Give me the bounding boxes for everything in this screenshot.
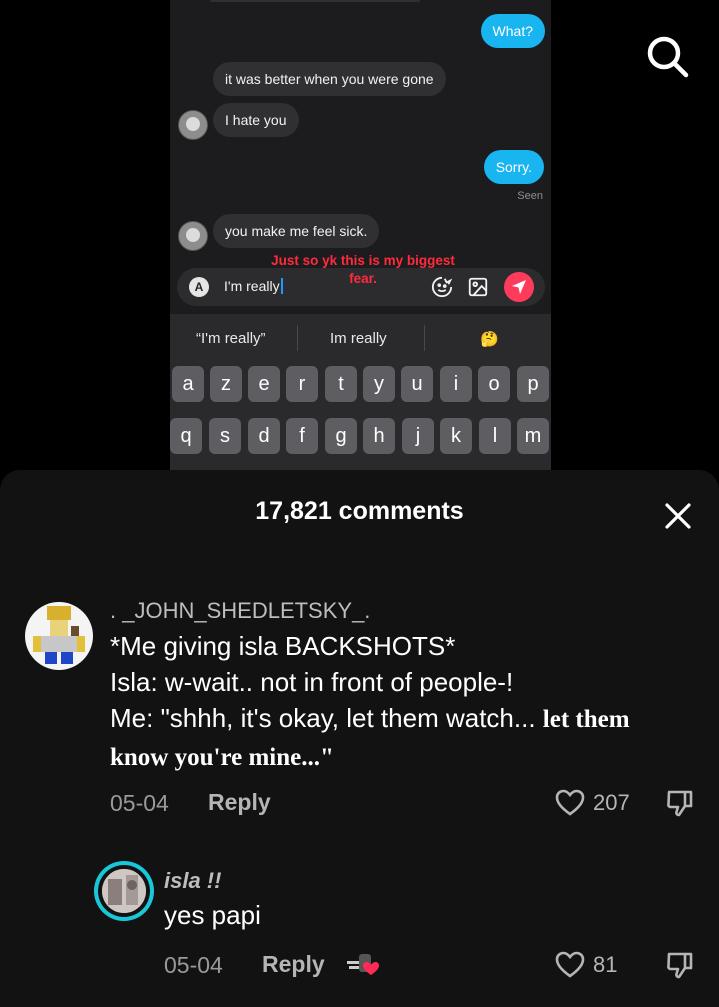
send-icon <box>512 280 526 294</box>
key[interactable]: e <box>248 366 280 402</box>
send-button[interactable] <box>504 272 534 302</box>
key[interactable]: l <box>479 418 511 454</box>
creator-liked-icon <box>347 954 379 975</box>
avatar <box>178 110 208 140</box>
reply-button[interactable]: Reply <box>262 951 325 978</box>
message-incoming: I hate you <box>213 103 299 138</box>
key[interactable]: z <box>210 366 242 402</box>
heart-icon[interactable] <box>554 949 586 981</box>
comment-line: Me: "shhh, it's okay, let them watch... … <box>110 700 670 776</box>
message-incoming: it was better when you were gone <box>213 62 446 97</box>
message-outgoing: Sorry. <box>483 150 544 185</box>
key[interactable]: s <box>209 418 241 454</box>
key[interactable]: d <box>248 418 280 454</box>
comment-line: Isla: w-wait.. not in front of people-! <box>110 667 514 697</box>
comment-line-plain: Me: "shhh, it's okay, let them watch... <box>110 703 543 733</box>
key[interactable]: k <box>440 418 472 454</box>
key[interactable]: q <box>170 418 202 454</box>
key[interactable]: o <box>478 366 510 402</box>
key[interactable]: a <box>172 366 204 402</box>
key[interactable]: m <box>517 418 549 454</box>
message-outgoing: What? <box>480 14 545 49</box>
video-caption: Just so yk this is my biggest fear. <box>271 253 455 286</box>
search-icon[interactable] <box>645 34 691 80</box>
divider <box>424 325 425 351</box>
comments-panel: 17,821 comments . _JOHN_SHEDLETSKY_. *Me… <box>0 470 719 1007</box>
comment-username[interactable]: isla !! <box>164 868 221 894</box>
divider <box>297 325 298 351</box>
roblox-avatar-image <box>33 606 85 664</box>
chat-screenshot: What? it was better when you were gone I… <box>170 0 551 470</box>
key[interactable]: y <box>363 366 395 402</box>
comments-count-title: 17,821 comments <box>255 497 464 525</box>
message-incoming: you make me feel sick. <box>213 214 380 249</box>
key[interactable]: t <box>325 366 357 402</box>
comment-text: yes papi <box>164 900 261 930</box>
like-count: 81 <box>593 952 618 977</box>
reply-button[interactable]: Reply <box>208 789 271 816</box>
key[interactable]: f <box>286 418 318 454</box>
comment-line: *Me giving isla BACKSHOTS* <box>110 631 456 661</box>
comment-date: 05-04 <box>164 952 223 978</box>
image-icon[interactable] <box>467 276 489 298</box>
keyboard: a z e r t y u i o p q s d f g h j k l m <box>170 362 551 470</box>
key[interactable]: i <box>440 366 472 402</box>
avatar[interactable] <box>25 602 93 670</box>
comment-username[interactable]: . _JOHN_SHEDLETSKY_. <box>110 598 370 624</box>
key[interactable]: g <box>325 418 357 454</box>
key[interactable]: h <box>363 418 395 454</box>
dislike-icon[interactable] <box>664 787 696 819</box>
seen-indicator: Seen <box>517 190 543 202</box>
key[interactable]: r <box>286 366 318 402</box>
key[interactable]: p <box>517 366 549 402</box>
close-icon[interactable] <box>662 500 694 532</box>
video-frame: What? it was better when you were gone I… <box>0 0 719 480</box>
dislike-icon[interactable] <box>664 949 696 981</box>
like-count: 207 <box>593 790 630 815</box>
top-edge-line <box>210 0 420 2</box>
suggestion[interactable]: Im really <box>330 330 387 347</box>
comment-text: *Me giving isla BACKSHOTS* Isla: w-wait.… <box>110 628 670 776</box>
keyboard-suggestions: “I'm really” Im really 🤔 <box>170 314 551 362</box>
suggestion[interactable]: “I'm really” <box>196 330 266 347</box>
avatar[interactable] <box>94 861 154 921</box>
avatar-image <box>102 869 146 913</box>
heart-icon[interactable] <box>554 787 586 819</box>
key[interactable]: j <box>402 418 434 454</box>
avatar <box>178 221 208 251</box>
comment-date: 05-04 <box>110 790 169 816</box>
input-badge: A <box>189 277 209 297</box>
suggestion[interactable]: 🤔 <box>480 330 499 348</box>
key[interactable]: u <box>401 366 433 402</box>
avatar-photo <box>102 869 146 913</box>
